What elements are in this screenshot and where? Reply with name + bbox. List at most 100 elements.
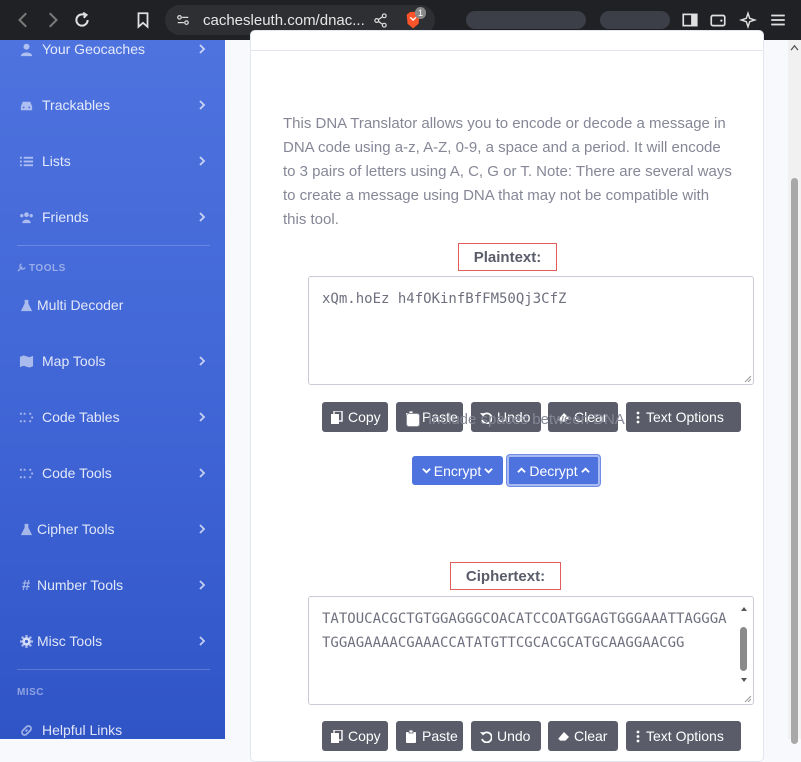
sidebar-heading-misc: MISC xyxy=(17,687,44,698)
sidebar-item-label: Misc Tools xyxy=(37,633,103,649)
ciphertext-copy-button[interactable]: Copy xyxy=(322,721,388,751)
sidebar-item-trackables[interactable]: Trackables xyxy=(0,85,225,125)
chevron-right-icon xyxy=(199,468,206,478)
hash-icon: # xyxy=(21,576,31,594)
chevron-up-icon xyxy=(580,467,590,473)
sidebar-item-misc-tools[interactable]: Misc Tools xyxy=(0,621,225,661)
flask-icon xyxy=(18,521,34,537)
sidebar-item-code-tools[interactable]: Code Tools xyxy=(0,453,225,493)
sidebar-item-helpful-links[interactable]: Helpful Links xyxy=(0,710,225,739)
scroll-up-icon[interactable] xyxy=(739,605,749,613)
sidebar-item-label: Helpful Links xyxy=(42,722,123,738)
copy-icon xyxy=(331,410,343,424)
share-icon[interactable] xyxy=(373,13,388,28)
grid-icon xyxy=(18,465,34,481)
button-label: Copy xyxy=(348,409,381,425)
sidebar-item-label: Code Tables xyxy=(42,409,120,425)
map-icon xyxy=(18,353,34,369)
chevron-right-icon xyxy=(199,524,206,534)
button-label: Clear xyxy=(574,728,608,744)
encrypt-button[interactable]: Encrypt xyxy=(412,456,503,485)
sidebar-divider xyxy=(17,669,210,670)
users-icon xyxy=(18,209,34,225)
ellipsis-vertical-icon xyxy=(636,411,640,423)
sidebar-item-code-tables[interactable]: Code Tables xyxy=(0,397,225,437)
resize-handle-icon[interactable] xyxy=(743,374,751,382)
flask-icon xyxy=(18,297,34,313)
extension-icons-blurred xyxy=(600,11,670,29)
wrench-icon xyxy=(17,263,26,272)
chevron-down-icon xyxy=(484,468,493,474)
copy-icon xyxy=(331,729,343,743)
chevron-right-icon xyxy=(199,212,206,222)
chevron-right-icon xyxy=(199,580,206,590)
button-label: Text Options xyxy=(646,409,724,425)
sidebar-item-label: Map Tools xyxy=(42,353,106,369)
leo-ai-icon[interactable] xyxy=(736,8,760,32)
sidebar-item-lists[interactable]: Lists xyxy=(0,141,225,181)
sidebar-item-label: Lists xyxy=(42,153,71,169)
plaintext-copy-button[interactable]: Copy xyxy=(322,402,388,432)
sidebar-item-friends[interactable]: Friends xyxy=(0,197,225,237)
reload-icon[interactable] xyxy=(70,8,94,32)
menu-icon[interactable] xyxy=(766,8,790,32)
url-text: cachesleuth.com/dnac... xyxy=(203,12,365,29)
ciphertext-label: Ciphertext: xyxy=(450,562,561,590)
wallet-icon[interactable] xyxy=(706,8,730,32)
gear-icon xyxy=(18,633,34,649)
sidebar-item-number-tools[interactable]: # Number Tools xyxy=(0,565,225,605)
resize-handle-icon[interactable] xyxy=(743,694,751,702)
chevron-right-icon xyxy=(199,100,206,110)
brave-shields-icon[interactable]: 1 xyxy=(403,7,427,32)
ciphertext-output[interactable]: TATOUCACGCTGTGGAGGGCOACATCCOATGGAGTGGGAA… xyxy=(308,596,754,705)
sidebar-item-multi-decoder[interactable]: Multi Decoder xyxy=(0,285,225,325)
list-icon xyxy=(18,153,34,169)
back-icon[interactable] xyxy=(12,8,36,32)
button-label: Copy xyxy=(348,728,381,744)
sidebar-item-map-tools[interactable]: Map Tools xyxy=(0,341,225,381)
scrollbar-thumb[interactable] xyxy=(740,627,747,671)
undo-icon xyxy=(480,730,492,743)
main-content: This DNA Translator allows you to encode… xyxy=(225,30,788,762)
ciphertext-paste-button[interactable]: Paste xyxy=(396,721,463,751)
sidebar-item-cipher-tools[interactable]: Cipher Tools xyxy=(0,509,225,549)
sidebar: Your Geocaches Trackables Lists Friends … xyxy=(0,40,225,739)
plaintext-value: xQm.hoEz h4fOKinfBfFM50Qj3CfZ xyxy=(322,291,567,307)
include-spaces-checkbox[interactable] xyxy=(406,412,420,427)
plaintext-text-options-button[interactable]: Text Options xyxy=(626,402,741,432)
ciphertext-text-options-button[interactable]: Text Options xyxy=(626,721,741,751)
sidebar-divider xyxy=(17,245,210,246)
include-spaces-label: Include spaces between DNA xyxy=(428,411,625,428)
sidebar-item-your-geocaches[interactable]: Your Geocaches xyxy=(0,40,225,69)
chevron-down-icon xyxy=(422,468,431,474)
ciphertext-clear-button[interactable]: Clear xyxy=(548,721,618,751)
button-label: Text Options xyxy=(646,728,724,744)
sidebar-item-label: Code Tools xyxy=(42,465,112,481)
chevron-right-icon xyxy=(199,636,206,646)
bookmark-icon[interactable] xyxy=(131,8,155,32)
ciphertext-undo-button[interactable]: Undo xyxy=(471,721,541,751)
page-scrollbar-thumb[interactable] xyxy=(791,178,798,744)
decrypt-button[interactable]: Decrypt xyxy=(507,455,600,486)
tool-description: This DNA Translator allows you to encode… xyxy=(283,115,732,228)
shield-count-badge: 1 xyxy=(415,7,427,19)
link-icon xyxy=(18,722,34,738)
forward-icon[interactable] xyxy=(40,8,64,32)
car-icon xyxy=(18,97,34,113)
page-scrollbar[interactable] xyxy=(788,40,801,744)
include-spaces-option[interactable]: Include spaces between DNA xyxy=(406,411,625,428)
clipboard-icon xyxy=(406,729,416,743)
ciphertext-scrollbar[interactable] xyxy=(739,605,749,699)
sidebar-toggle-icon[interactable] xyxy=(678,8,702,32)
sidebar-item-label: Cipher Tools xyxy=(37,521,115,537)
button-label: Decrypt xyxy=(529,462,578,479)
site-settings-icon[interactable] xyxy=(176,13,190,27)
plaintext-input[interactable]: xQm.hoEz h4fOKinfBfFM50Qj3CfZ xyxy=(308,276,754,385)
card-header-divider xyxy=(251,50,763,51)
sidebar-item-label: Multi Decoder xyxy=(37,297,124,313)
scroll-down-icon[interactable] xyxy=(739,676,749,684)
plaintext-label: Plaintext: xyxy=(458,243,557,271)
scroll-up-icon[interactable] xyxy=(790,44,799,51)
sidebar-item-label: Trackables xyxy=(42,97,110,113)
ciphertext-value: TATOUCACGCTGTGGAGGGCOACATCCOATGGAGTGGGAA… xyxy=(322,611,727,651)
